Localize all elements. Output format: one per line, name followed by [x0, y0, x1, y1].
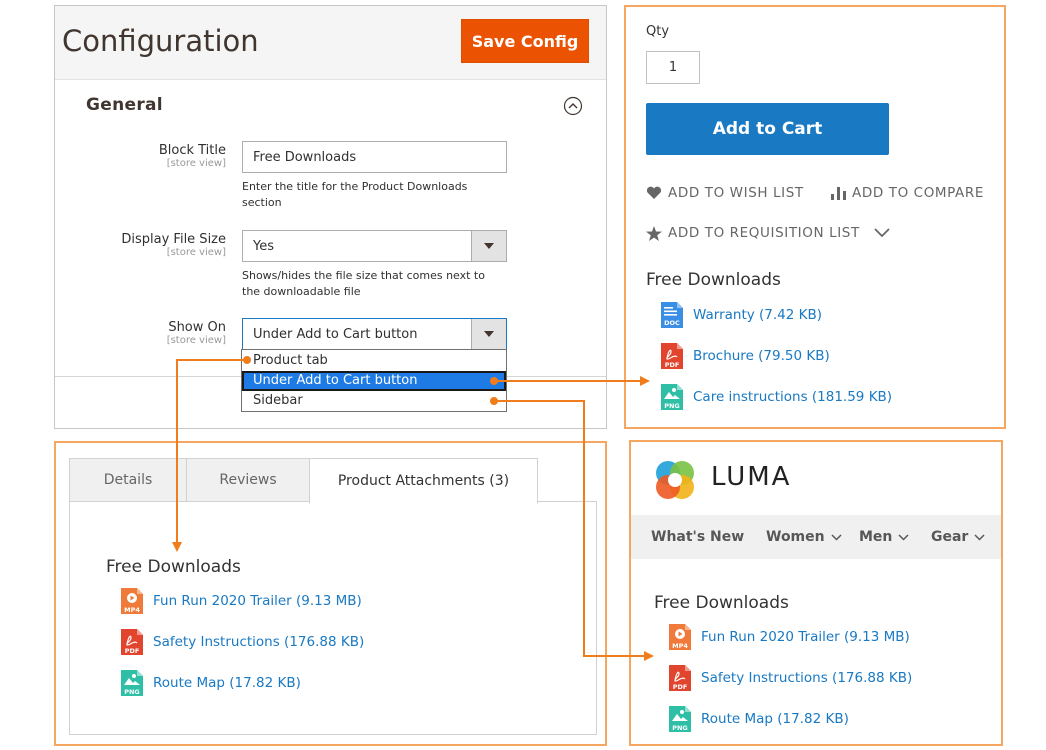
- png-file-icon: PNG: [661, 384, 683, 410]
- nav-item-gear[interactable]: Gear: [931, 529, 985, 545]
- svg-text:PDF: PDF: [673, 683, 688, 691]
- mp4-file-icon: MP4: [121, 588, 143, 614]
- png-file-icon: PNG: [669, 706, 691, 732]
- chevron-down-icon: [974, 533, 985, 541]
- add-to-cart-button[interactable]: Add to Cart: [646, 103, 889, 155]
- download-item[interactable]: PNG Care instructions (181.59 KB): [661, 384, 892, 410]
- add-to-wishlist-link[interactable]: ADD TO WISH LIST: [646, 185, 804, 201]
- page-title: Configuration: [62, 24, 259, 58]
- svg-text:PDF: PDF: [665, 361, 680, 369]
- tab-content: Free Downloads MP4 Fun Run 2020 Trailer …: [69, 501, 597, 735]
- select-arrow-icon: [484, 331, 494, 337]
- svg-text:MP4: MP4: [124, 606, 140, 614]
- star-icon: [646, 225, 662, 241]
- nav-item-whats-new[interactable]: What's New: [651, 529, 744, 545]
- chevron-down-icon[interactable]: [874, 228, 890, 238]
- download-item[interactable]: PDF Safety Instructions (176.88 KB): [121, 629, 364, 655]
- dropdown-option-sidebar[interactable]: Sidebar: [242, 391, 506, 411]
- block-title-input[interactable]: Free Downloads: [242, 141, 507, 173]
- svg-text:PNG: PNG: [672, 724, 688, 732]
- download-item[interactable]: MP4 Fun Run 2020 Trailer (9.13 MB): [121, 588, 362, 614]
- svg-text:MP4: MP4: [672, 642, 688, 650]
- download-item[interactable]: PDF Safety Instructions (176.88 KB): [669, 665, 912, 691]
- chevron-down-icon: [831, 533, 842, 541]
- collapse-icon[interactable]: [563, 96, 583, 116]
- qty-input[interactable]: 1: [646, 51, 700, 84]
- display-file-size-note: Shows/hides the file size that comes nex…: [242, 269, 485, 298]
- doc-file-icon: DOC: [661, 302, 683, 328]
- svg-text:PDF: PDF: [125, 647, 140, 655]
- download-item[interactable]: PDF Brochure (79.50 KB): [661, 343, 830, 369]
- config-header: Configuration Save Config: [55, 6, 606, 80]
- download-item[interactable]: PNG Route Map (17.82 KB): [669, 706, 849, 732]
- product-page-panel: Qty 1 Add to Cart ADD TO WISH LIST ADD T…: [624, 5, 1006, 429]
- compare-bars-icon: [831, 186, 846, 200]
- png-file-icon: PNG: [121, 670, 143, 696]
- luma-logo-icon[interactable]: [653, 458, 697, 502]
- show-on-label: Show On [store view]: [166, 320, 226, 346]
- tab-reviews[interactable]: Reviews: [186, 458, 310, 502]
- download-item[interactable]: DOC Warranty (7.42 KB): [661, 302, 822, 328]
- pdf-file-icon: PDF: [661, 343, 683, 369]
- qty-label: Qty: [646, 24, 670, 39]
- tab-product-attachments[interactable]: Product Attachments (3): [309, 458, 538, 504]
- downloads-title: Free Downloads: [654, 593, 789, 613]
- block-title-note: Enter the title for the Product Download…: [242, 180, 468, 209]
- tab-details[interactable]: Details: [69, 458, 187, 502]
- dropdown-option-under-add-to-cart[interactable]: Under Add to Cart button: [242, 371, 506, 391]
- add-to-compare-link[interactable]: ADD TO COMPARE: [831, 185, 984, 201]
- heart-icon: [646, 186, 662, 199]
- downloads-title: Free Downloads: [646, 270, 781, 290]
- display-file-size-label: Display File Size [store view]: [121, 232, 226, 258]
- mp4-file-icon: MP4: [669, 624, 691, 650]
- pdf-file-icon: PDF: [669, 665, 691, 691]
- nav-item-women[interactable]: Women: [766, 529, 842, 545]
- section-title-general[interactable]: General: [86, 95, 163, 115]
- luma-brand-text[interactable]: LUMA: [711, 462, 791, 492]
- chevron-down-icon: [898, 533, 909, 541]
- download-item[interactable]: PNG Route Map (17.82 KB): [121, 670, 301, 696]
- svg-text:DOC: DOC: [664, 319, 680, 327]
- add-to-requisition-link[interactable]: ADD TO REQUISITION LIST: [646, 225, 890, 241]
- pdf-file-icon: PDF: [121, 629, 143, 655]
- product-tabs-panel: Details Reviews Product Attachments (3) …: [54, 441, 607, 746]
- display-file-size-select[interactable]: Yes: [242, 230, 507, 262]
- block-title-label: Block Title [store view]: [158, 143, 226, 169]
- main-navigation: What's New Women Men Gear: [631, 515, 1001, 559]
- downloads-title: Free Downloads: [106, 557, 241, 577]
- svg-text:PNG: PNG: [124, 688, 140, 696]
- nav-item-men[interactable]: Men: [859, 529, 909, 545]
- dropdown-option-product-tab[interactable]: Product tab: [242, 351, 506, 371]
- show-on-select[interactable]: Under Add to Cart button: [242, 318, 507, 350]
- svg-text:PNG: PNG: [664, 402, 680, 410]
- save-config-button[interactable]: Save Config: [461, 19, 589, 63]
- download-item[interactable]: MP4 Fun Run 2020 Trailer (9.13 MB): [669, 624, 910, 650]
- show-on-dropdown-list: Product tab Under Add to Cart button Sid…: [241, 349, 507, 412]
- select-arrow-icon: [484, 243, 494, 249]
- luma-store-panel: LUMA What's New Women Men Gear Free Down…: [629, 440, 1003, 746]
